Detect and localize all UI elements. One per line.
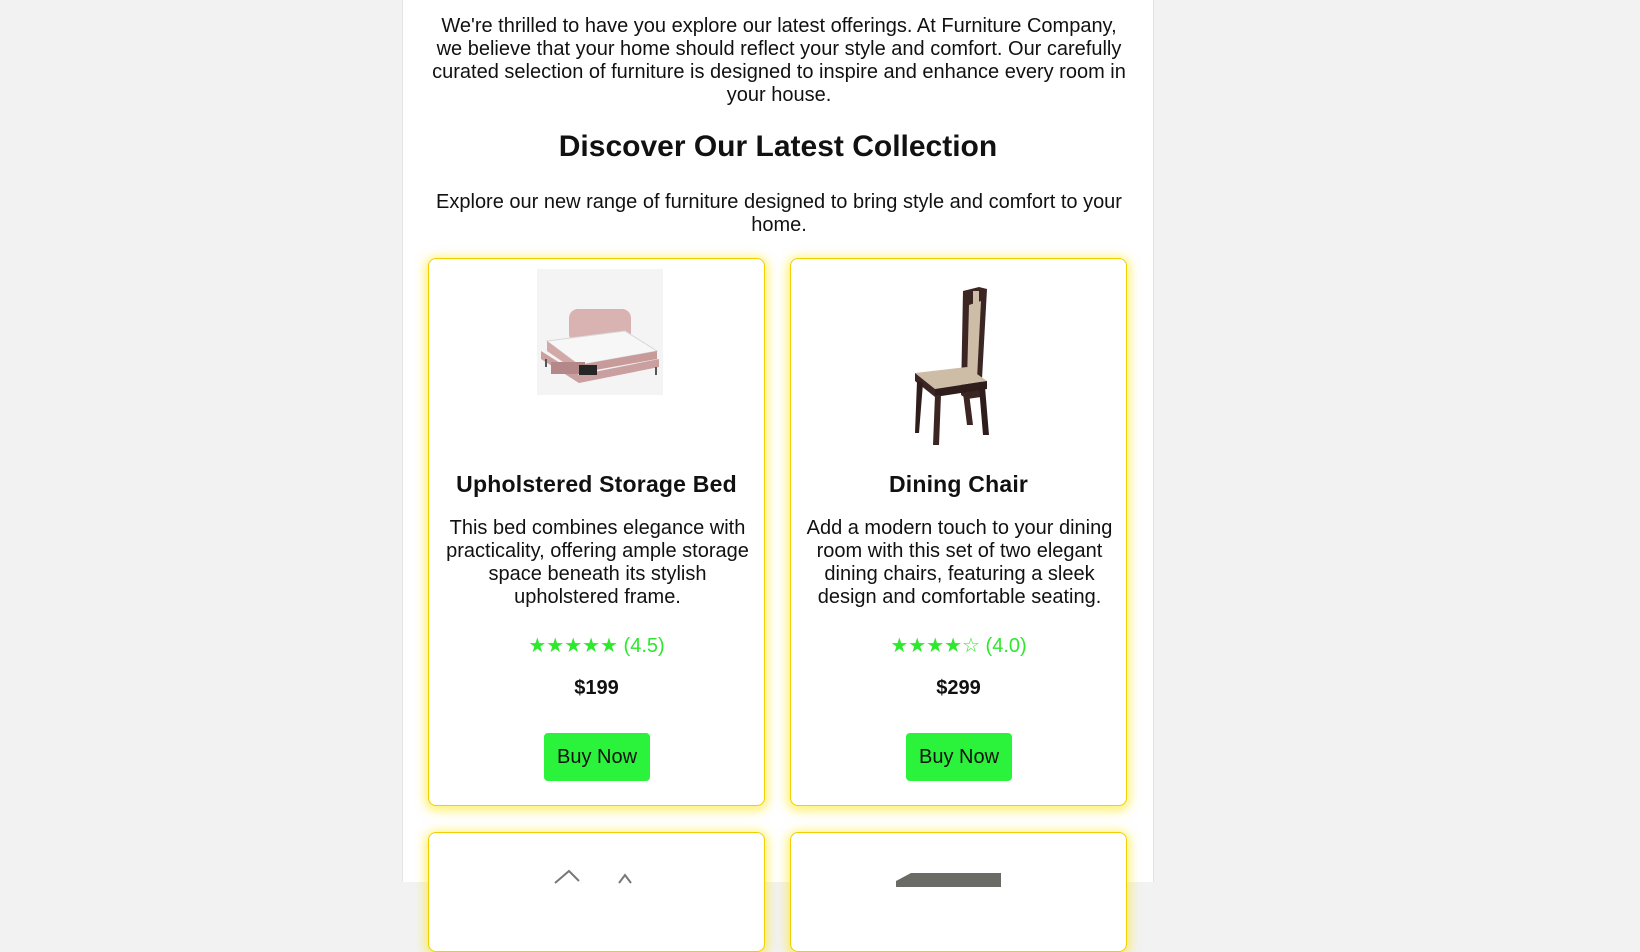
product-name: Upholstered Storage Bed [456, 471, 737, 497]
product-price: $299 [936, 677, 981, 699]
intro-text: We're thrilled to have you explore our l… [432, 15, 1126, 106]
product-description: Add a modern touch to your dining room w… [806, 517, 1113, 608]
product-rating: ★★★★★ (4.5) [429, 633, 764, 658]
product-price: $199 [574, 677, 619, 699]
buy-now-button[interactable]: Buy Now [906, 733, 1012, 781]
main-content: We're thrilled to have you explore our l… [402, 0, 1154, 952]
product-description: This bed combines elegance with practica… [446, 517, 749, 608]
star-rating-icon: ★★★★☆ [890, 635, 980, 657]
buy-now-button[interactable]: Buy Now [544, 733, 650, 781]
product-image [791, 853, 1126, 893]
star-rating-icon: ★★★★★ [528, 635, 618, 657]
chair-image [791, 269, 1126, 469]
product-card: Dining Chair Add a modern touch to your … [790, 258, 1127, 806]
bed-image [429, 269, 764, 469]
rating-value: (4.5) [623, 635, 665, 657]
product-card: Upholstered Storage Bed This bed combine… [428, 258, 765, 806]
product-card [790, 832, 1127, 952]
product-rating: ★★★★☆ (4.0) [791, 633, 1126, 658]
rating-value: (4.0) [985, 635, 1027, 657]
collection-title: Discover Our Latest Collection [558, 130, 998, 163]
product-name: Dining Chair [888, 471, 1029, 497]
product-card [428, 832, 765, 952]
product-image [429, 853, 764, 893]
collection-subtitle: Explore our new range of furniture desig… [436, 191, 1122, 236]
